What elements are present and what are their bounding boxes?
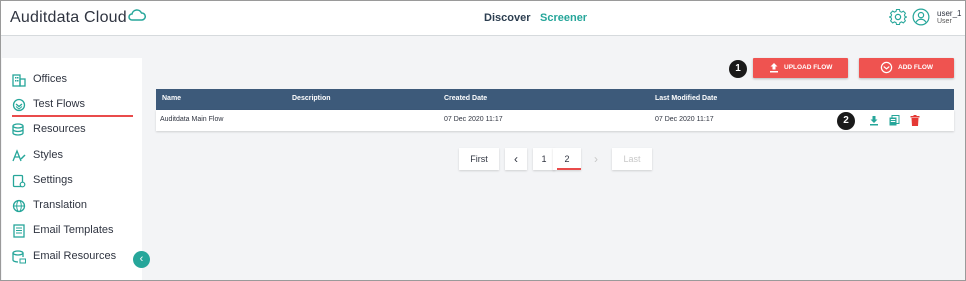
user-name[interactable]: user_1 (937, 9, 961, 18)
user-role: User (937, 18, 952, 25)
sidebar-item-email-templates[interactable]: Email Templates (12, 221, 137, 243)
sidebar: Offices Test Flows Resources Styles Sett… (2, 58, 142, 280)
table-header: Name Description Created Date Last Modif… (156, 89, 954, 110)
gear-icon[interactable] (889, 8, 907, 26)
database-icon (12, 123, 24, 136)
add-flow-label: ADD FLOW (898, 64, 934, 71)
flow-add-icon (880, 61, 893, 74)
column-header-created-date[interactable]: Created Date (444, 95, 487, 102)
sidebar-item-label: Resources (33, 123, 86, 135)
upload-flow-label: UPLOAD FLOW (784, 64, 833, 71)
user-avatar-icon[interactable] (912, 8, 930, 26)
cell-last-modified: 07 Dec 2020 11:17 (655, 116, 714, 123)
sidebar-item-test-flows[interactable]: Test Flows (12, 95, 137, 117)
current-page-indicator (557, 168, 581, 170)
pagination-first[interactable]: First (459, 148, 499, 170)
sidebar-item-label: Email Resources (33, 250, 117, 262)
annotation-badge: 1 (729, 60, 747, 78)
pagination-next[interactable]: › (585, 148, 607, 170)
active-indicator (12, 115, 133, 117)
pagination-prev[interactable]: ‹ (505, 148, 527, 170)
sidebar-item-label: Offices (33, 73, 68, 85)
building-icon (12, 74, 26, 87)
copy-icon[interactable] (889, 115, 900, 126)
nav-screener[interactable]: Screener (540, 12, 587, 24)
app-window: Auditdata Cloud Discover Screener user_1… (0, 0, 966, 281)
add-flow-button[interactable]: ADD FLOW (859, 58, 954, 78)
collapse-sidebar-button[interactable]: ‹ (133, 251, 150, 268)
chevron-right-icon: › (594, 152, 598, 166)
trash-icon[interactable] (910, 115, 920, 126)
text-style-icon (12, 149, 26, 162)
sidebar-item-email-resources[interactable]: Email Resources (12, 247, 137, 269)
flows-table: Name Description Created Date Last Modif… (156, 89, 954, 131)
chevron-left-icon: ‹ (139, 253, 144, 265)
cloud-icon (128, 9, 146, 21)
database-mail-icon (12, 250, 26, 264)
sidebar-item-label: Test Flows (33, 98, 85, 110)
flow-icon (12, 98, 26, 112)
sidebar-item-offices[interactable]: Offices (12, 70, 137, 92)
document-icon (13, 224, 25, 238)
cell-created-date: 07 Dec 2020 11:17 (444, 116, 503, 123)
table-row[interactable]: Auditdata Main Flow 07 Dec 2020 11:17 07… (156, 110, 954, 131)
upload-icon (770, 63, 778, 73)
column-header-description[interactable]: Description (292, 95, 331, 102)
sidebar-item-styles[interactable]: Styles (12, 146, 137, 168)
nav-discover[interactable]: Discover (484, 12, 530, 24)
globe-icon (12, 199, 26, 213)
pagination-page-2-label: 2 (564, 154, 570, 164)
cell-name[interactable]: Auditdata Main Flow (160, 116, 223, 123)
sidebar-item-label: Translation (33, 199, 88, 211)
chevron-left-icon: ‹ (514, 152, 518, 166)
sidebar-item-label: Settings (33, 174, 73, 186)
sidebar-item-label: Styles (33, 149, 63, 161)
settings-tablet-icon (12, 174, 26, 188)
annotation-badge: 2 (837, 112, 855, 130)
column-header-last-modified[interactable]: Last Modified Date (655, 95, 717, 102)
brand-logo-text: Auditdata Cloud (10, 9, 127, 26)
sidebar-item-label: Email Templates (33, 224, 114, 236)
upload-flow-button[interactable]: UPLOAD FLOW (753, 58, 848, 78)
pagination-page-2[interactable]: 2 (553, 148, 581, 170)
sidebar-item-translation[interactable]: Translation (12, 196, 137, 218)
pagination-page-1[interactable]: 1 (533, 148, 555, 170)
pagination-last[interactable]: Last (612, 148, 652, 170)
download-icon[interactable] (869, 115, 879, 126)
column-header-name[interactable]: Name (162, 95, 181, 102)
sidebar-item-settings[interactable]: Settings (12, 171, 137, 193)
sidebar-item-resources[interactable]: Resources (12, 120, 137, 142)
top-bar: Auditdata Cloud Discover Screener user_1… (1, 1, 965, 36)
